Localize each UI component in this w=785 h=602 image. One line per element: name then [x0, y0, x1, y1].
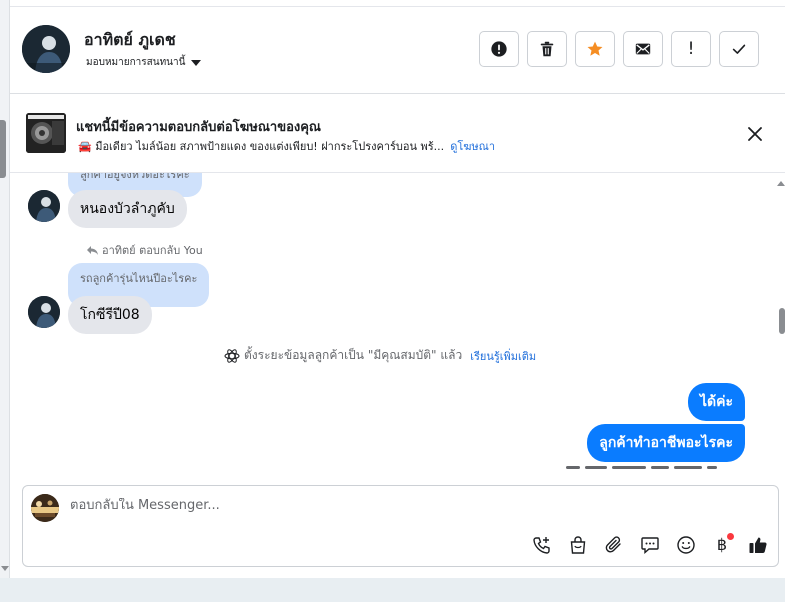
- system-note: ตั้งระยะข้อมูลลูกค้าเป็น "มีคุณสมบัติ" แ…: [224, 346, 536, 365]
- incoming-message[interactable]: หนองบัวลำภูคับ: [68, 190, 187, 228]
- close-banner-button[interactable]: [745, 124, 765, 144]
- scroll-down-arrow[interactable]: [1, 566, 9, 571]
- baht-icon[interactable]: ฿: [709, 532, 735, 558]
- system-note-text: ตั้งระยะข้อมูลลูกค้าเป็น "มีคุณสมบัติ" แ…: [244, 348, 463, 362]
- notification-dot: [727, 533, 734, 540]
- assign-conversation-dropdown[interactable]: มอบหมายการสนทนานี้: [86, 55, 202, 70]
- follow-up-button[interactable]: !: [671, 31, 711, 67]
- paperclip-icon[interactable]: [601, 532, 627, 558]
- reply-context: อาทิตย์ ตอบกลับ You: [86, 241, 203, 259]
- check-icon: [730, 40, 748, 58]
- close-icon: [745, 124, 765, 144]
- banner-description: 🚘 มือเดียว ไมล์น้อย สภาพป้ายแดง ของแต่งเ…: [78, 137, 495, 155]
- star-button[interactable]: [575, 31, 615, 67]
- contact-name[interactable]: อาทิตย์ ภูเดช: [84, 28, 176, 53]
- message-thread[interactable]: ลูกค้าอยู่จังหวัดอะไรคะ หนองบัวลำภูคับ อ…: [10, 173, 775, 470]
- assign-label: มอบหมายการสนทนานี้: [86, 57, 186, 68]
- bottom-status-strip: [0, 578, 785, 602]
- header-actions: !: [479, 31, 759, 67]
- phone-add-icon[interactable]: [529, 532, 555, 558]
- contact-avatar[interactable]: [22, 25, 70, 73]
- mark-done-button[interactable]: [719, 31, 759, 67]
- banner-title: แชทนี้มีข้อความตอบกลับต่อโฆษณาของคุณ: [76, 120, 321, 135]
- smiley-icon[interactable]: [673, 532, 699, 558]
- mark-spam-button[interactable]: [479, 31, 519, 67]
- ad-thumbnail[interactable]: [26, 113, 66, 153]
- delete-button[interactable]: [527, 31, 567, 67]
- outgoing-message[interactable]: ได้ค่ะ: [687, 383, 745, 421]
- clipped-message-text: [566, 466, 746, 470]
- alert-circle-icon: [490, 40, 508, 58]
- exclamation-icon: !: [687, 38, 695, 59]
- learn-more-link[interactable]: เรียนรู้เพิ่มเติม: [470, 347, 536, 365]
- trash-icon: [538, 40, 556, 58]
- left-gutter: [0, 0, 10, 602]
- panel-resize-handle[interactable]: [0, 120, 6, 178]
- scroll-thumb[interactable]: [779, 308, 785, 334]
- reply-meta-text: อาทิตย์ ตอบกลับ You: [102, 244, 203, 257]
- star-icon: [586, 40, 604, 58]
- composer-toolbar: ฿: [529, 532, 771, 558]
- outgoing-message[interactable]: ลูกค้าทำอาชีพอะไรคะ: [587, 424, 745, 462]
- ad-reply-banner: แชทนี้มีข้อความตอบกลับต่อโฆษณาของคุณ 🚘 ม…: [10, 95, 785, 173]
- conversation-header: อาทิตย์ ภูเดช มอบหมายการสนทนานี้ !: [10, 6, 785, 94]
- scroll-up-arrow[interactable]: [777, 181, 785, 186]
- incoming-message[interactable]: โกซีรีปี08: [68, 296, 152, 334]
- message-composer: ฿: [22, 485, 779, 567]
- thumbs-up-icon[interactable]: [745, 532, 771, 558]
- sender-avatar[interactable]: [28, 190, 60, 222]
- atom-icon: [224, 348, 240, 364]
- chat-bubble-icon[interactable]: [637, 532, 663, 558]
- mark-unread-button[interactable]: [623, 31, 663, 67]
- reply-arrow-icon: [86, 245, 99, 256]
- thread-scrollbar[interactable]: [775, 173, 785, 473]
- sender-avatar[interactable]: [28, 296, 60, 328]
- view-ad-link[interactable]: ดูโฆษณา: [450, 137, 495, 155]
- message-input[interactable]: [70, 498, 750, 513]
- baht-glyph: ฿: [716, 535, 728, 554]
- mail-icon: [634, 40, 652, 58]
- ad-description-text: 🚘 มือเดียว ไมล์น้อย สภาพป้ายแดง ของแต่งเ…: [78, 140, 445, 153]
- page-avatar: [31, 494, 59, 522]
- shopping-bag-icon[interactable]: [565, 532, 591, 558]
- chevron-down-icon: [191, 59, 202, 66]
